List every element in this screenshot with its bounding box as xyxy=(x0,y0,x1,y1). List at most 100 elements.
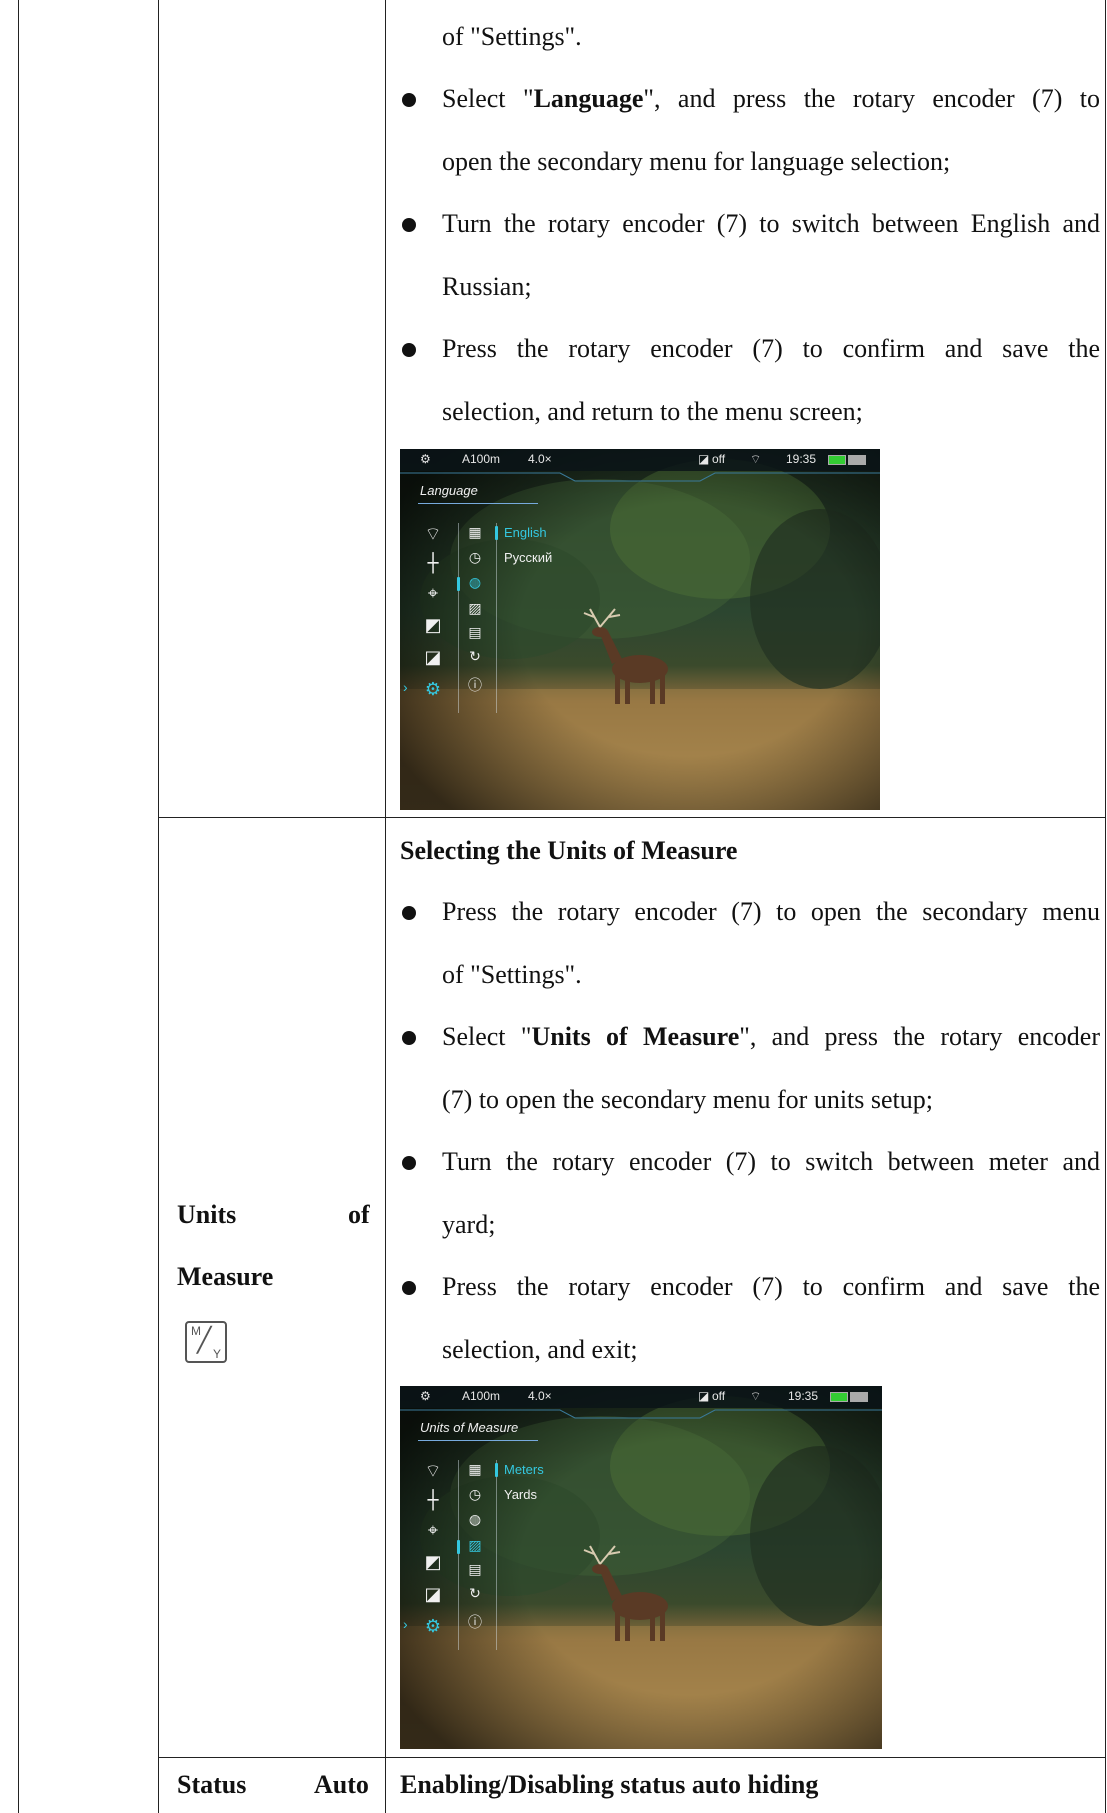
units-option-yards[interactable]: Yards xyxy=(504,1487,537,1502)
table-border-col2 xyxy=(385,0,386,1813)
battery-icon xyxy=(848,455,866,465)
table-border-left xyxy=(18,0,19,1813)
brightness-icon[interactable]: ◩ xyxy=(418,615,448,636)
language-option-english[interactable]: English xyxy=(504,525,547,540)
menu-title-underline xyxy=(418,1440,538,1441)
calendar-icon[interactable]: ▦ xyxy=(464,1462,486,1478)
brightness-icon[interactable]: ◩ xyxy=(418,1552,448,1573)
reticle-icon[interactable]: ┼ xyxy=(418,553,448,574)
table-border-col1 xyxy=(158,0,159,1813)
wifi-icon: ⌔ xyxy=(750,1389,762,1403)
clock-readout: 19:35 xyxy=(788,1389,819,1403)
table-row-divider-1 xyxy=(158,817,1106,818)
reset-icon[interactable]: ↻ xyxy=(464,1586,486,1602)
status-label-word1: Status xyxy=(177,1770,247,1799)
units-step-select: Select "Units of Measure", and press the… xyxy=(442,1022,1100,1051)
globe-icon[interactable]: ◍ xyxy=(464,575,486,591)
language-keyword: Language xyxy=(533,84,644,113)
pip-status: off xyxy=(712,452,726,466)
menu-divider xyxy=(496,523,497,713)
units-step-turn: Turn the rotary encoder (7) to switch be… xyxy=(442,1147,1100,1176)
menu-title-underline xyxy=(418,503,538,504)
gear-icon: ⚙ xyxy=(420,452,431,466)
globe-icon[interactable]: ◍ xyxy=(464,1512,486,1528)
primary-menu-column: ⌔ ┼ ⌖ ◩ ◪ ⚙ xyxy=(418,1460,448,1660)
wifi-icon[interactable]: ⌔ xyxy=(418,523,448,546)
clock-icon[interactable]: ◷ xyxy=(464,1487,486,1503)
language-step-turn: Turn the rotary encoder (7) to switch be… xyxy=(442,209,1100,238)
chevron-right-icon: › xyxy=(403,1616,408,1632)
pip-status: off xyxy=(712,1389,726,1403)
pip-icon[interactable]: ◪ xyxy=(418,1584,448,1605)
language-step-confirm-line2: selection, and return to the menu screen… xyxy=(442,397,863,426)
bullet xyxy=(402,343,416,357)
language-menu-screenshot: ⚙ A100m 4.0× ◪ off ⌔ 19:35 Language ⌔ ┼ … xyxy=(400,449,880,810)
bullet xyxy=(402,1156,416,1170)
battery-icon xyxy=(828,455,846,465)
info-icon[interactable]: ⓘ xyxy=(464,675,486,695)
units-step-open-line2: of "Settings". xyxy=(442,960,582,989)
units-step-confirm-line2: selection, and exit; xyxy=(442,1335,638,1364)
status-section-heading: Enabling/Disabling status auto hiding xyxy=(400,1770,819,1799)
menu-title: Units of Measure xyxy=(420,1420,519,1435)
units-keyword: Units of Measure xyxy=(531,1022,740,1051)
range-readout: A100m xyxy=(462,452,501,466)
continuation-line: of "Settings". xyxy=(442,22,582,51)
language-step-turn-line2: Russian; xyxy=(442,272,532,301)
units-label-word1: Units xyxy=(177,1200,237,1229)
units-step-confirm: Press the rotary encoder (7) to confirm … xyxy=(442,1272,1100,1301)
pip-icon: ◪ xyxy=(698,452,710,466)
display-icon[interactable]: ▤ xyxy=(464,1562,486,1578)
zoom-readout: 4.0× xyxy=(528,452,552,466)
secondary-menu-column: ▦ ◷ ◍ ▨ ▤ ↻ ⓘ xyxy=(464,525,486,715)
option-selection-indicator xyxy=(495,1463,498,1477)
crosshair-icon[interactable]: ⌖ xyxy=(418,1520,448,1541)
option-selection-indicator xyxy=(495,526,498,540)
reticle-icon[interactable]: ┼ xyxy=(418,1490,448,1511)
bullet xyxy=(402,906,416,920)
calendar-icon[interactable]: ▦ xyxy=(464,525,486,541)
range-readout: A100m xyxy=(462,1389,501,1403)
settings-icon[interactable]: ⚙ xyxy=(418,679,448,700)
language-step-select-line2: open the secondary menu for language sel… xyxy=(442,147,951,176)
bullet xyxy=(402,93,416,107)
units-section-heading: Selecting the Units of Measure xyxy=(400,836,738,865)
language-step-select: Select "Language", and press the rotary … xyxy=(442,84,1101,113)
table-border-right xyxy=(1105,0,1106,1813)
status-bar: ⚙ A100m 4.0× ◪ off ⌔ 19:35 xyxy=(400,449,880,471)
info-icon[interactable]: ⓘ xyxy=(464,1612,486,1632)
bullet xyxy=(402,1031,416,1045)
units-step-select-line2: (7) to open the secondary menu for units… xyxy=(442,1085,933,1114)
language-step-confirm: Press the rotary encoder (7) to confirm … xyxy=(442,334,1100,363)
selection-indicator xyxy=(457,1540,460,1554)
chevron-right-icon: › xyxy=(403,679,408,695)
zoom-readout: 4.0× xyxy=(528,1389,552,1403)
units-icon[interactable]: ▨ xyxy=(464,1538,486,1554)
table-row-divider-2 xyxy=(158,1757,1106,1758)
crosshair-icon[interactable]: ⌖ xyxy=(418,583,448,604)
units-option-meters[interactable]: Meters xyxy=(504,1462,544,1477)
gear-icon: ⚙ xyxy=(420,1389,431,1403)
pip-icon[interactable]: ◪ xyxy=(418,647,448,668)
menu-divider xyxy=(458,523,459,713)
reset-icon[interactable]: ↻ xyxy=(464,649,486,665)
units-of-measure-icon: M ╱ Y xyxy=(185,1321,227,1363)
status-label-word2: Auto xyxy=(314,1770,369,1799)
units-menu-screenshot: ⚙ A100m 4.0× ◪ off ⌔ 19:35 Units of Meas… xyxy=(400,1386,882,1749)
selection-indicator xyxy=(457,577,460,591)
pip-icon: ◪ xyxy=(698,1389,710,1403)
units-icon[interactable]: ▨ xyxy=(464,601,486,617)
language-option-russian[interactable]: Русский xyxy=(504,550,552,565)
wifi-icon: ⌔ xyxy=(750,452,762,466)
clock-icon[interactable]: ◷ xyxy=(464,550,486,566)
status-bar: ⚙ A100m 4.0× ◪ off ⌔ 19:35 xyxy=(400,1386,882,1408)
display-icon[interactable]: ▤ xyxy=(464,625,486,641)
bullet xyxy=(402,1281,416,1295)
wifi-icon[interactable]: ⌔ xyxy=(418,1460,448,1483)
battery-icon xyxy=(830,1392,848,1402)
settings-icon[interactable]: ⚙ xyxy=(418,1616,448,1637)
units-label-line2: Measure xyxy=(177,1262,274,1291)
secondary-menu-column: ▦ ◷ ◍ ▨ ▤ ↻ ⓘ xyxy=(464,1462,486,1652)
clock-readout: 19:35 xyxy=(786,452,817,466)
units-label-word2: of xyxy=(348,1200,370,1229)
